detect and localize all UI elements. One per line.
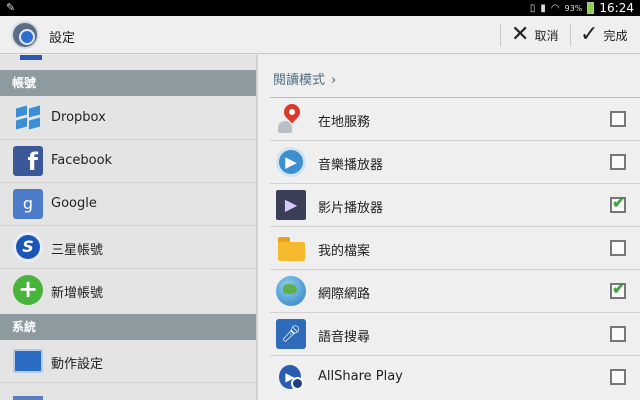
cancel-label: 取消	[534, 28, 559, 43]
checkbox-video-player[interactable]	[610, 193, 626, 213]
samsung-account-icon: S	[13, 232, 43, 262]
done-button[interactable]: ✓ 完成	[580, 23, 627, 47]
list-item-label: 影片播放器	[318, 201, 384, 216]
section-header-system: 系統	[0, 314, 256, 340]
section-header-accounts: 帳號	[0, 70, 256, 96]
list-item-music-player[interactable]: ▶ 音樂播放器	[270, 141, 640, 184]
battery-percent: 93%	[564, 3, 583, 13]
clock: 16:24	[599, 1, 634, 15]
scrolled-item-stub	[0, 55, 256, 67]
reading-mode-label: 閱讀模式	[273, 73, 326, 88]
close-icon: ✕	[511, 22, 530, 47]
sidebar-item-label: Facebook	[51, 153, 113, 168]
sidebar-item-label: Dropbox	[51, 110, 106, 125]
reading-mode-link[interactable]: 閱讀模式 ›	[273, 69, 336, 88]
sidebar-item-label: 三星帳號	[51, 243, 104, 258]
settings-category-list: 帳號 Dropbox f Facebook g Google S 三星帳號 + …	[0, 55, 256, 400]
pencil-icon: ✎	[6, 1, 16, 14]
sidebar-item-label: 新增帳號	[51, 286, 104, 301]
checkbox-internet[interactable]	[610, 279, 626, 299]
checkbox-music-player[interactable]	[610, 154, 626, 170]
sidebar-item-google[interactable]: g Google	[0, 183, 256, 226]
action-bar-divider	[570, 24, 571, 46]
list-item-voice-search[interactable]: 🎤︎ 語音搜尋	[270, 313, 640, 356]
maps-icon	[276, 100, 306, 134]
globe-icon	[276, 276, 306, 306]
wifi-icon: ◠	[550, 2, 560, 14]
music-player-icon: ▶	[276, 147, 306, 177]
list-item-label: 語音搜尋	[318, 330, 371, 345]
google-icon: g	[13, 189, 43, 219]
checkbox-my-files[interactable]	[610, 240, 626, 256]
sidebar-item-add-account[interactable]: + 新增帳號	[0, 269, 256, 312]
signal-icon: ▮	[540, 2, 546, 14]
motion-icon	[13, 349, 43, 373]
list-item-allshare-play[interactable]: ▶ AllShare Play	[270, 356, 640, 399]
sidebar-item-facebook[interactable]: f Facebook	[0, 140, 256, 183]
settings-app-icon[interactable]	[11, 21, 39, 49]
action-bar: 設定 ✕ 取消 ✓ 完成	[0, 16, 640, 54]
dropbox-icon	[13, 103, 43, 133]
status-bar: ✎ ▯ ▮ ◠ 93% 16:24	[0, 0, 640, 16]
folder-icon	[276, 233, 306, 263]
sidebar-item-label: Google	[51, 196, 97, 211]
quick-panel-app-list: 閱讀模式 › 在地服務 ▶ 音樂播放器 ▶ 影片播放器 我的檔案 網際網路 🎤︎ …	[258, 55, 640, 400]
sidebar-item-label: 動作設定	[51, 357, 104, 372]
list-item-location[interactable]: 在地服務	[270, 98, 640, 141]
checkbox-location[interactable]	[610, 111, 626, 127]
list-item-label: 我的檔案	[318, 244, 371, 259]
status-icons: ▯ ▮ ◠ 93% 16:24	[530, 1, 634, 15]
action-bar-divider	[500, 24, 501, 46]
list-item-label: 音樂播放器	[318, 158, 384, 173]
sidebar-item-motion[interactable]: 動作設定	[0, 340, 256, 383]
vibrate-icon: ▯	[529, 2, 536, 14]
video-player-icon: ▶	[276, 190, 306, 220]
page-title: 設定	[49, 31, 76, 46]
facebook-icon: f	[13, 146, 43, 176]
voice-search-icon: 🎤︎	[276, 319, 306, 349]
next-item-icon-stub	[13, 396, 43, 400]
add-account-icon: +	[13, 275, 43, 305]
done-label: 完成	[603, 28, 628, 43]
list-item-video-player[interactable]: ▶ 影片播放器	[270, 184, 640, 227]
battery-icon	[587, 2, 595, 14]
list-item-label: 在地服務	[318, 115, 371, 130]
checkbox-voice-search[interactable]	[610, 326, 626, 342]
cancel-button[interactable]: ✕ 取消	[511, 23, 558, 47]
chevron-right-icon: ›	[331, 73, 337, 88]
allshare-icon: ▶	[276, 362, 306, 392]
list-item-label: 網際網路	[318, 287, 371, 302]
sidebar-item-dropbox[interactable]: Dropbox	[0, 97, 256, 140]
list-item-label: AllShare Play	[318, 369, 403, 384]
sidebar-item-samsung-account[interactable]: S 三星帳號	[0, 226, 256, 269]
list-item-internet[interactable]: 網際網路	[270, 270, 640, 313]
list-item-my-files[interactable]: 我的檔案	[270, 227, 640, 270]
checkbox-allshare-play[interactable]	[610, 369, 626, 385]
checkmark-icon: ✓	[580, 22, 599, 47]
